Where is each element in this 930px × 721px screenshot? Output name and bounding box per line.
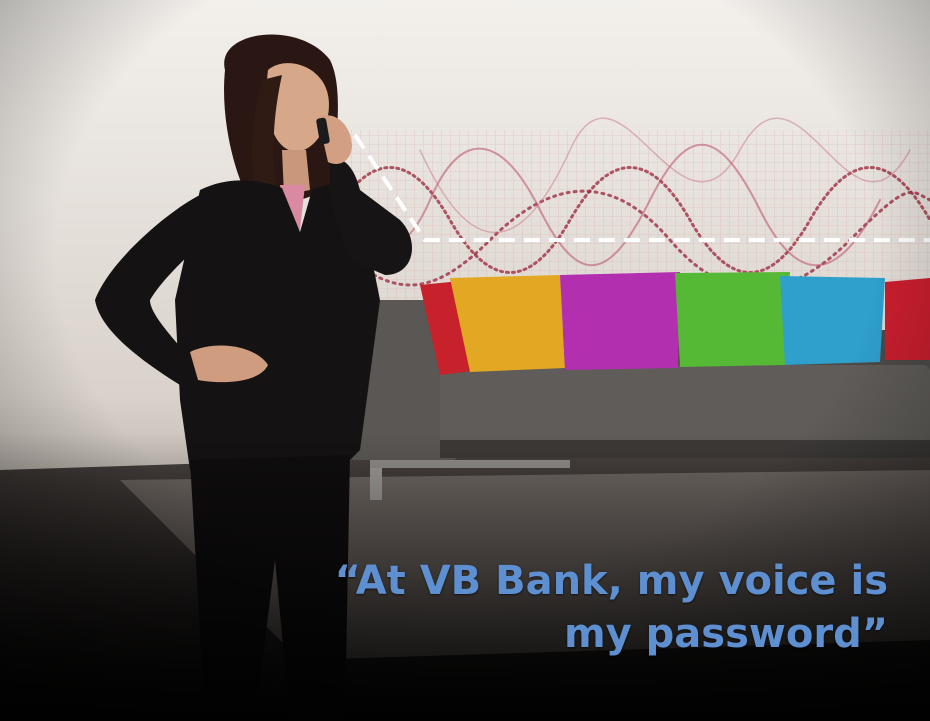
quote-caption: “At VB Bank, my voice is my password” (268, 555, 888, 661)
advert-image: “At VB Bank, my voice is my password” (0, 0, 930, 721)
quote-line-1: “At VB Bank, my voice is (334, 558, 888, 604)
quote-line-2: my password” (563, 611, 888, 657)
